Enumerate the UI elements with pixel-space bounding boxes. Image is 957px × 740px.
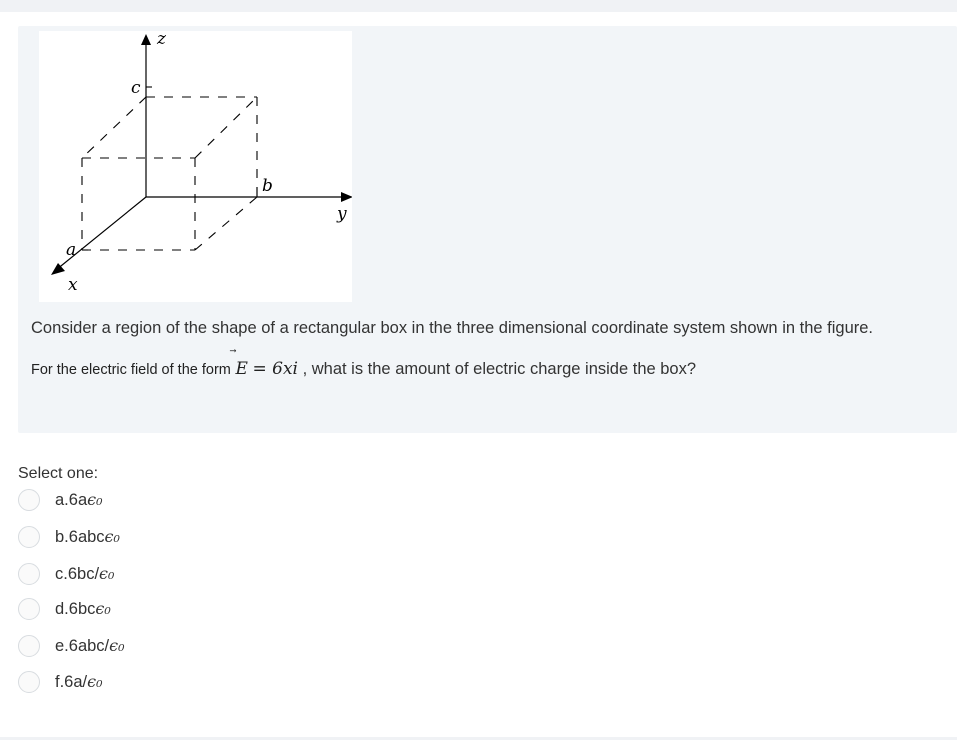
box-edge bbox=[81, 96, 147, 159]
option-c[interactable]: c.6bc/ϵ₀ bbox=[18, 561, 318, 587]
option-c-text: c.6bc/ϵ₀ bbox=[55, 564, 115, 583]
radio-button-a[interactable] bbox=[18, 489, 40, 511]
statement-suffix: , what is the amount of electric charge … bbox=[302, 360, 697, 378]
radio-button-b[interactable] bbox=[18, 526, 40, 548]
box-coordinate-figure: z y x a b c bbox=[39, 31, 352, 302]
question-statement-line2: For the electric field of the form ⃗ E =… bbox=[31, 359, 696, 379]
option-b-text: b.6abcϵ₀ bbox=[55, 527, 120, 546]
option-e[interactable]: e.6abc/ϵ₀ bbox=[18, 633, 318, 659]
field-E-symbol: E bbox=[235, 359, 248, 379]
option-f-text: f.6a/ϵ₀ bbox=[55, 672, 103, 691]
top-bar bbox=[0, 0, 957, 12]
y-label: y bbox=[336, 204, 347, 224]
x-label: x bbox=[68, 275, 78, 295]
figure-svg: z y x a b c bbox=[51, 31, 352, 295]
field-value: 6xi bbox=[272, 359, 298, 379]
question-panel: z y x a b c Consider a region of the sha… bbox=[18, 26, 957, 433]
radio-button-d[interactable] bbox=[18, 598, 40, 620]
option-b[interactable]: b.6abcϵ₀ bbox=[18, 524, 318, 550]
c-label: c bbox=[131, 78, 141, 98]
field-vector-E: ⃗ E bbox=[235, 359, 247, 379]
select-one-label: Select one: bbox=[18, 465, 99, 482]
box-edge bbox=[194, 196, 258, 251]
option-d[interactable]: d.6bcϵ₀ bbox=[18, 596, 318, 622]
option-a[interactable]: a.6aϵ₀ bbox=[18, 487, 318, 513]
z-arrowhead bbox=[141, 34, 151, 45]
option-f[interactable]: f.6a/ϵ₀ bbox=[18, 669, 318, 695]
radio-button-f[interactable] bbox=[18, 671, 40, 693]
radio-button-c[interactable] bbox=[18, 563, 40, 585]
option-d-text: d.6bcϵ₀ bbox=[55, 599, 111, 618]
option-a-text: a.6aϵ₀ bbox=[55, 490, 103, 509]
y-arrowhead bbox=[341, 192, 352, 202]
option-e-text: e.6abc/ϵ₀ bbox=[55, 636, 125, 655]
a-label: a bbox=[66, 240, 76, 260]
question-statement-line1: Consider a region of the shape of a rect… bbox=[31, 319, 873, 337]
b-label: b bbox=[262, 176, 273, 196]
box-edge bbox=[194, 96, 258, 159]
z-label: z bbox=[156, 31, 167, 49]
statement-prefix: For the electric field of the form bbox=[31, 362, 231, 378]
field-equals: = bbox=[252, 359, 273, 379]
radio-button-e[interactable] bbox=[18, 635, 40, 657]
